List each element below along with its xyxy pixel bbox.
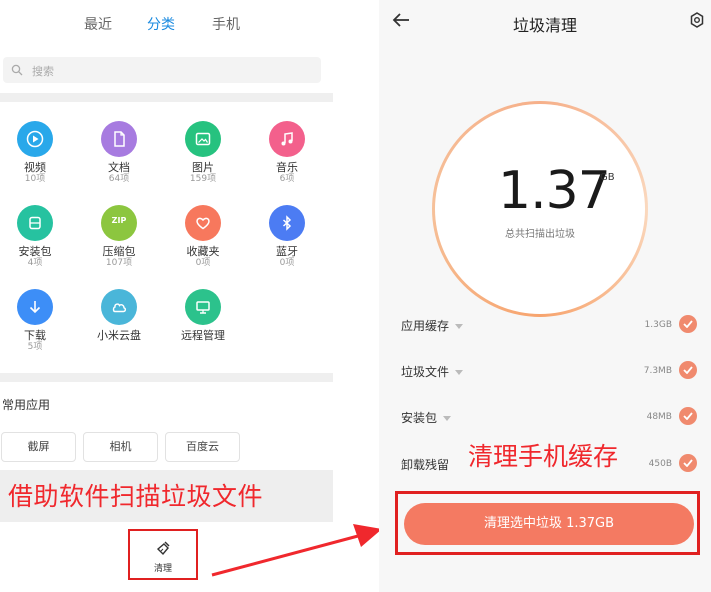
package-icon bbox=[29, 216, 41, 230]
category-images[interactable]: 图片 159项 bbox=[163, 121, 243, 185]
junk-total-unit: GB bbox=[600, 172, 615, 183]
category-count: 64项 bbox=[108, 174, 130, 184]
app-chip-baidu-cloud[interactable]: 百度云 bbox=[165, 432, 240, 462]
junk-row-app-cache[interactable]: 应用缓存 bbox=[401, 317, 464, 334]
category-label: 收藏夹 bbox=[186, 245, 220, 258]
category-label: 视频 bbox=[24, 161, 46, 174]
junk-row-junk-files[interactable]: 垃圾文件 bbox=[401, 363, 464, 380]
category-label: 文档 bbox=[108, 161, 130, 174]
download-icon bbox=[29, 301, 41, 314]
section-divider bbox=[0, 373, 333, 382]
clean-button-label: 清理 bbox=[153, 564, 172, 574]
tab-phone[interactable]: 手机 bbox=[212, 14, 240, 34]
chevron-down-icon[interactable] bbox=[455, 324, 464, 329]
category-downloads[interactable]: 下载 5项 bbox=[0, 289, 75, 353]
remote-icon bbox=[196, 301, 210, 314]
check-icon[interactable] bbox=[679, 315, 697, 333]
chevron-down-icon[interactable] bbox=[443, 416, 452, 421]
category-documents[interactable]: 文档 64项 bbox=[79, 121, 159, 185]
junk-row-size: 1.3GB bbox=[644, 320, 672, 330]
page-title: 垃圾清理 bbox=[512, 16, 577, 35]
category-label: 蓝牙 bbox=[276, 245, 298, 258]
junk-row-label: 应用缓存 bbox=[401, 319, 450, 333]
document-icon bbox=[114, 131, 125, 147]
category-label: 图片 bbox=[192, 161, 214, 174]
category-bluetooth[interactable]: 蓝牙 0项 bbox=[247, 205, 327, 269]
app-chip-screenshot[interactable]: 截屏 bbox=[1, 432, 76, 462]
junk-row-label: 卸载残留 bbox=[401, 458, 450, 472]
bluetooth-icon bbox=[282, 215, 292, 231]
junk-row-install-packages[interactable]: 安装包 bbox=[401, 409, 452, 426]
check-icon[interactable] bbox=[679, 361, 697, 379]
category-label: 音乐 bbox=[276, 161, 298, 174]
category-favorites[interactable]: 收藏夹 0项 bbox=[163, 205, 243, 269]
category-video[interactable]: 视频 10项 bbox=[0, 121, 75, 185]
category-label: 远程管理 bbox=[181, 329, 225, 342]
junk-row-size: 450B bbox=[648, 459, 672, 469]
cloud-icon bbox=[112, 303, 127, 313]
category-label: 安装包 bbox=[18, 245, 52, 258]
category-packages[interactable]: 安装包 4项 bbox=[0, 205, 75, 269]
clean-button[interactable]: 清理 bbox=[128, 529, 198, 580]
tab-recent[interactable]: 最近 bbox=[84, 14, 112, 34]
settings-gear-icon[interactable] bbox=[689, 12, 705, 28]
search-icon bbox=[11, 64, 23, 76]
category-count: 10项 bbox=[24, 174, 46, 184]
clean-selected-button[interactable]: 清理选中垃圾 1.37GB bbox=[404, 503, 694, 545]
search-placeholder: 搜索 bbox=[32, 65, 54, 78]
app-chip-camera[interactable]: 相机 bbox=[83, 432, 158, 462]
category-remote-management[interactable]: 远程管理 bbox=[163, 289, 243, 342]
image-icon bbox=[195, 132, 211, 146]
file-manager-panel: 最近 分类 手机 搜索 视频 10项 文档 64项 图片 159项 音乐 6项 … bbox=[0, 0, 333, 592]
search-input[interactable]: 搜索 bbox=[3, 57, 321, 83]
category-count: 107项 bbox=[105, 258, 133, 268]
category-count: 4项 bbox=[27, 258, 43, 268]
play-icon bbox=[26, 130, 44, 148]
category-label: 压缩包 bbox=[102, 245, 136, 258]
chevron-down-icon[interactable] bbox=[455, 370, 464, 375]
category-count: 0项 bbox=[195, 258, 211, 268]
junk-row-uninstall-residue[interactable]: 卸载残留 bbox=[401, 456, 449, 473]
annotation-note: 清理手机缓存 bbox=[468, 442, 619, 471]
category-archives[interactable]: ZIP 压缩包 107项 bbox=[79, 205, 159, 269]
annotation-arrow bbox=[211, 524, 382, 577]
broom-icon bbox=[156, 541, 170, 556]
music-icon bbox=[281, 132, 293, 146]
category-mi-cloud[interactable]: 小米云盘 bbox=[79, 289, 159, 342]
junk-row-size: 48MB bbox=[646, 412, 672, 422]
tab-bar: 最近 分类 手机 bbox=[0, 14, 333, 34]
frequent-apps-title: 常用应用 bbox=[2, 398, 51, 412]
scan-subtitle: 总共扫描出垃圾 bbox=[505, 229, 575, 240]
annotation-caption: 借助软件扫描垃圾文件 bbox=[8, 482, 264, 511]
junk-row-label: 垃圾文件 bbox=[401, 365, 450, 379]
junk-row-size: 7.3MB bbox=[643, 366, 672, 376]
section-divider bbox=[0, 93, 333, 102]
category-label: 下载 bbox=[24, 329, 46, 342]
heart-icon bbox=[196, 217, 210, 230]
tab-categories[interactable]: 分类 bbox=[147, 14, 175, 34]
category-count: 159项 bbox=[189, 174, 217, 184]
zip-icon: ZIP bbox=[111, 216, 127, 225]
category-count: 6项 bbox=[279, 174, 295, 184]
category-count: 0项 bbox=[279, 258, 295, 268]
junk-row-label: 安装包 bbox=[401, 411, 438, 425]
category-count: 5项 bbox=[27, 342, 43, 352]
junk-total-value: 1.37 bbox=[498, 161, 611, 221]
category-music[interactable]: 音乐 6项 bbox=[247, 121, 327, 185]
check-icon[interactable] bbox=[679, 407, 697, 425]
category-label: 小米云盘 bbox=[97, 329, 141, 342]
check-icon[interactable] bbox=[679, 454, 697, 472]
